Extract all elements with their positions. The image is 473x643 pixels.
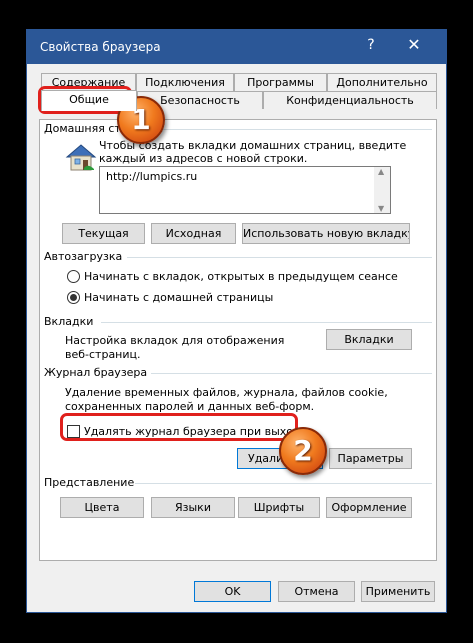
startup-option-home-page[interactable]: Начинать с домашней страницы: [84, 291, 273, 304]
ok-button[interactable]: OK: [194, 581, 271, 602]
current-page-button[interactable]: Текущая: [62, 223, 145, 244]
close-icon[interactable]: ✕: [401, 35, 427, 59]
group-line: [149, 129, 432, 130]
tabs-description-1: Настройка вкладок для отображения: [65, 334, 285, 347]
startup-radio-home-page[interactable]: [67, 291, 80, 304]
home-page-description-2: каждый из адресов с новой строки.: [99, 152, 308, 165]
startup-legend: Автозагрузка: [44, 250, 123, 263]
annotation-badge-2: 2: [279, 427, 327, 475]
use-new-tab-button[interactable]: Использовать новую вкладку: [242, 223, 410, 244]
group-line: [151, 373, 432, 374]
window-title: Свойства браузера: [40, 40, 161, 54]
startup-radio-previous-session[interactable]: [67, 270, 80, 283]
browser-properties-dialog: Свойства браузера ? ✕ Содержание Подключ…: [26, 29, 447, 613]
accessibility-button[interactable]: Оформление: [326, 497, 412, 518]
group-line: [135, 483, 432, 484]
tab-advanced[interactable]: Дополнительно: [327, 73, 437, 91]
group-line: [127, 257, 432, 258]
history-legend: Журнал браузера: [44, 366, 148, 379]
history-description-1: Удаление временных файлов, журнала, файл…: [65, 386, 388, 399]
tabs-settings-button[interactable]: Вкладки: [326, 329, 412, 350]
fonts-button[interactable]: Шрифты: [238, 497, 320, 518]
history-settings-button[interactable]: Параметры: [329, 448, 412, 469]
highlight-delete-history-checkbox: [60, 413, 298, 441]
tab-connections[interactable]: Подключения: [136, 73, 234, 91]
home-page-url: http://lumpics.ru: [106, 170, 198, 183]
colors-button[interactable]: Цвета: [60, 497, 144, 518]
group-line: [101, 322, 432, 323]
tab-privacy[interactable]: Конфиденциальность: [263, 91, 437, 109]
appearance-legend: Представление: [44, 476, 135, 489]
history-description-2: сохраненных паролей и данных веб-форм.: [65, 400, 315, 413]
languages-button[interactable]: Языки: [151, 497, 235, 518]
home-page-url-input[interactable]: http://lumpics.ru ▲ ▼: [99, 166, 391, 214]
tab-general[interactable]: Общие: [41, 90, 137, 111]
tab-programs[interactable]: Программы: [234, 73, 327, 91]
apply-button[interactable]: Применить: [361, 581, 435, 602]
cancel-button[interactable]: Отмена: [278, 581, 355, 602]
tabs-description-2: веб-страниц.: [65, 348, 141, 361]
home-page-icon: [64, 142, 98, 172]
title-bar: Свойства браузера ? ✕: [27, 30, 446, 64]
scroll-down-icon[interactable]: ▼: [378, 204, 384, 213]
tabs-legend: Вкладки: [44, 315, 94, 328]
default-page-button[interactable]: Исходная: [151, 223, 236, 244]
help-icon[interactable]: ?: [361, 37, 381, 57]
textarea-scrollbar[interactable]: ▲ ▼: [374, 167, 390, 213]
scroll-up-icon[interactable]: ▲: [378, 167, 384, 176]
startup-option-previous-session[interactable]: Начинать с вкладок, открытых в предыдуще…: [84, 270, 398, 283]
